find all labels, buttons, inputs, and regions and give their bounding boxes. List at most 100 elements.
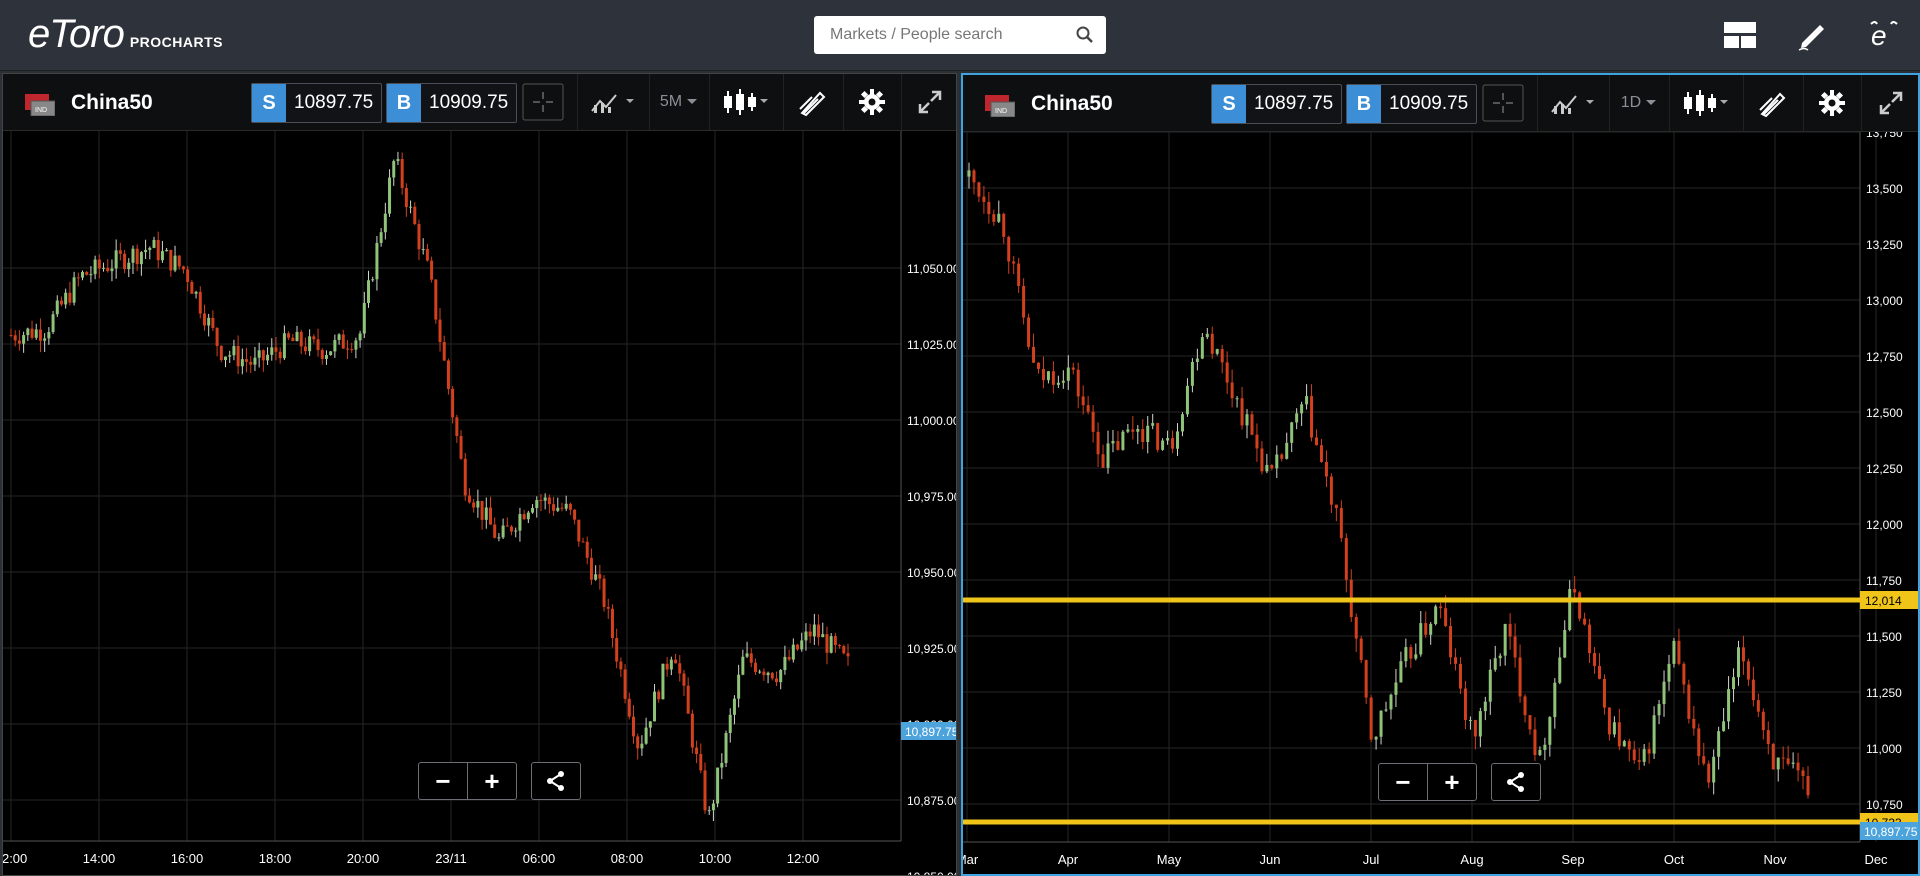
zoom-out-button[interactable]: −	[1379, 764, 1427, 800]
candle-body	[1588, 624, 1592, 654]
x-tick-label: 23/11	[435, 851, 467, 866]
crosshair-button[interactable]	[1475, 75, 1531, 131]
candle-body	[1007, 236, 1011, 262]
candle-body	[657, 691, 661, 700]
zoom-in-button[interactable]: +	[1427, 764, 1476, 800]
candle-body	[535, 500, 539, 508]
candle-body	[493, 524, 497, 538]
etoro-profile-icon[interactable]: e	[1848, 0, 1920, 70]
layout-icon[interactable]	[1704, 0, 1776, 70]
chart-type-button[interactable]	[709, 74, 780, 130]
candle-body	[686, 685, 690, 714]
y-tick-label: 10,975.00	[907, 490, 956, 504]
candle-body	[1235, 398, 1239, 400]
timeframe-select[interactable]: 1D	[1609, 75, 1668, 131]
candle-body	[118, 250, 122, 254]
candle-body	[716, 767, 720, 804]
candle-body	[383, 213, 387, 233]
sell-button[interactable]: S 10897.75	[1211, 84, 1343, 124]
chevron-down-icon	[687, 99, 698, 104]
indicators-button[interactable]	[577, 74, 648, 130]
buy-button[interactable]: B 10909.75	[386, 83, 518, 123]
pencil-icon[interactable]	[1776, 0, 1848, 70]
indicators-button[interactable]	[1537, 75, 1608, 131]
current-price-label: 10,897.75	[905, 725, 956, 739]
candle-body	[152, 239, 156, 248]
candle-body	[1766, 730, 1770, 745]
candle-body	[501, 525, 505, 538]
candle-body	[665, 663, 669, 670]
settings-button[interactable]	[1803, 75, 1860, 131]
share-button[interactable]	[531, 762, 581, 800]
drawing-tools-icon	[1759, 92, 1786, 118]
candle-body	[354, 340, 358, 350]
search-input[interactable]	[828, 25, 1072, 45]
candle-body	[434, 279, 438, 320]
svg-text:IND: IND	[995, 108, 1007, 115]
candle-body	[992, 214, 996, 222]
candle-body	[51, 314, 55, 333]
drawing-tools-button[interactable]	[783, 74, 842, 130]
candle-body	[728, 714, 732, 733]
y-tick-label: 11,050.00	[907, 262, 956, 276]
candle-body	[1171, 438, 1175, 449]
candle-body	[669, 659, 673, 670]
candle-body	[791, 644, 795, 660]
timeframe-value: 5M	[659, 93, 683, 110]
candle-body	[169, 249, 173, 271]
candle-body	[1374, 736, 1378, 740]
chart-panel-right[interactable]: IND China50 S 10897.75 B 10909.75 1D ar …	[961, 73, 1920, 876]
x-tick-label: Sep	[1561, 852, 1584, 867]
expand-button[interactable]	[1861, 75, 1919, 131]
crosshair-button[interactable]	[515, 74, 571, 130]
candle-body	[1399, 661, 1403, 683]
candle-body	[1637, 760, 1641, 762]
sell-button[interactable]: S 10897.75	[251, 83, 383, 123]
candle-body	[144, 249, 148, 253]
candle-body	[459, 436, 463, 459]
candle-body	[123, 253, 127, 270]
candle-body	[341, 334, 345, 349]
candle-body	[1195, 358, 1199, 363]
x-tick-label: 08:00	[611, 851, 644, 866]
settings-button[interactable]	[843, 74, 900, 130]
expand-button[interactable]	[901, 74, 957, 130]
search-icon[interactable]	[1076, 26, 1094, 44]
candle-body	[812, 624, 816, 637]
candle-body	[266, 354, 270, 361]
candle-body	[358, 333, 362, 341]
expand-icon	[1879, 91, 1902, 115]
candle-body	[1190, 362, 1194, 386]
candle-body	[1364, 660, 1368, 698]
candle-body	[1051, 371, 1055, 385]
candle-body	[972, 170, 976, 183]
candle-body	[324, 355, 328, 359]
candle-body	[1761, 711, 1765, 731]
candle-body	[249, 361, 253, 365]
candle-body	[783, 656, 787, 671]
chart-panel-left[interactable]: IND China50 S 10897.75 B 10909.75 5M 2:0…	[2, 73, 957, 876]
candle-body	[1523, 696, 1527, 716]
candle-body	[1205, 333, 1209, 338]
candle-body	[1568, 589, 1572, 630]
instrument-name[interactable]: China50	[71, 91, 153, 115]
chart-type-button[interactable]	[1669, 75, 1740, 131]
candle-body	[47, 332, 51, 339]
chevron-down-icon	[1646, 100, 1657, 105]
buy-button[interactable]: B 10909.75	[1346, 84, 1478, 124]
etoro-logo[interactable]: eToro PROCHARTS	[28, 14, 223, 54]
instrument-name[interactable]: China50	[1031, 92, 1113, 116]
share-button[interactable]	[1491, 763, 1541, 801]
candle-body	[1667, 663, 1671, 682]
candle-body	[1498, 655, 1502, 659]
timeframe-select[interactable]: 5M	[649, 74, 708, 130]
candle-body	[1111, 440, 1115, 444]
zoom-out-button[interactable]: −	[419, 763, 467, 799]
candle-body	[1210, 333, 1214, 354]
candle-body	[732, 698, 736, 715]
zoom-in-button[interactable]: +	[467, 763, 516, 799]
y-tick-label: 10,950.00	[907, 566, 956, 580]
drawing-tools-button[interactable]	[1743, 75, 1802, 131]
candle-body	[1017, 263, 1021, 287]
candle-body	[1682, 663, 1686, 685]
